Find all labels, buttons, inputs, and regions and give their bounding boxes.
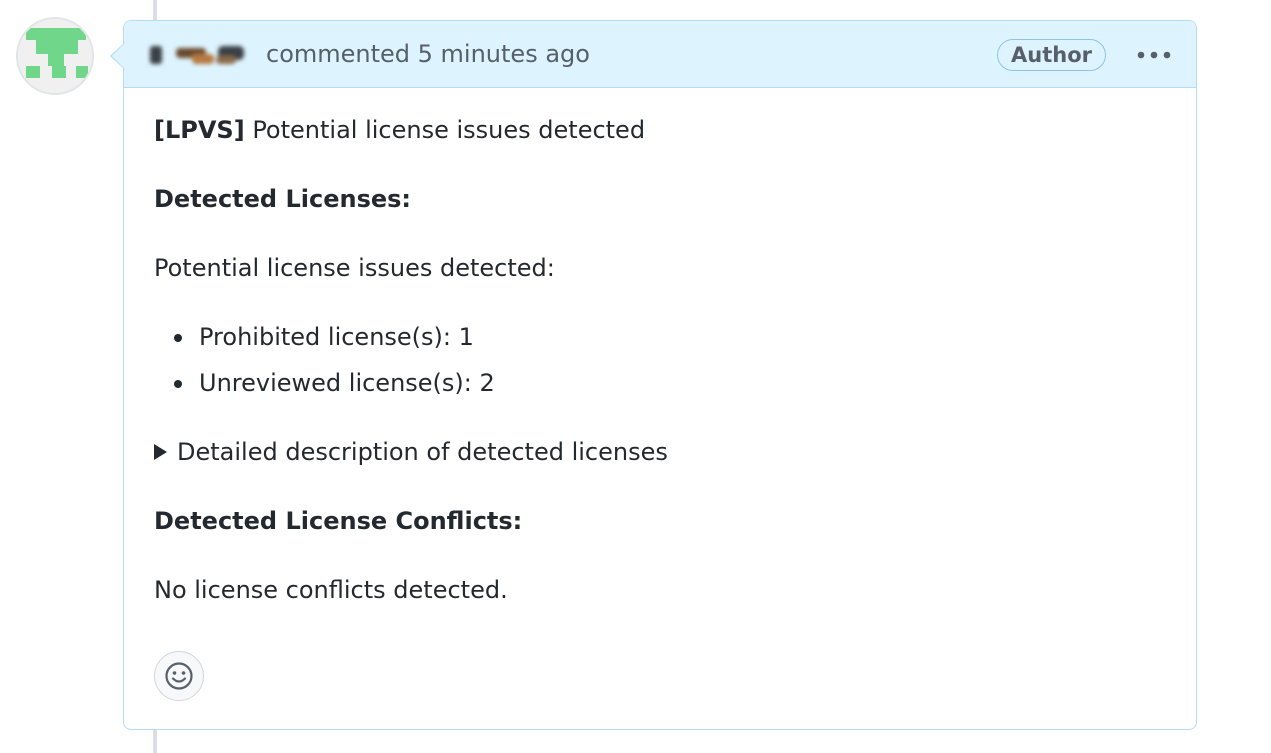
conflicts-text: No license conflicts detected. [154,576,508,604]
conflicts-heading: Detected License Conflicts: [154,503,1166,539]
list-item: Prohibited license(s): 1 [174,319,1166,355]
user-avatar[interactable] [16,17,94,95]
kebab-horizontal-icon[interactable] [1134,41,1174,69]
comment-timestamp[interactable]: commented 5 minutes ago [266,40,590,68]
issues-intro: Potential license issues detected: [154,254,555,282]
comment-title: [LPVS] Potential license issues detected [154,112,1166,148]
details-summary-label: Detailed description of detected license… [177,438,668,466]
detected-licenses-heading-text: Detected Licenses: [154,185,412,213]
identicon-avatar [18,19,92,93]
author-badge: Author [997,39,1106,71]
add-reaction-button[interactable] [154,651,204,701]
comment-body: [LPVS] Potential license issues detected… [124,88,1196,608]
author-name-obscured[interactable] [146,40,252,68]
details-toggle[interactable]: Detailed description of detected license… [154,434,1166,470]
triangle-right-icon [154,444,167,460]
list-item: Unreviewed license(s): 2 [174,365,1166,401]
conflicts-heading-text: Detected License Conflicts: [154,507,523,535]
title-text: Potential license issues detected [244,116,646,144]
detected-licenses-heading: Detected Licenses: [154,181,1166,217]
comment-caret-inner [112,44,124,68]
smiley-icon [165,662,193,690]
license-issue-list: Prohibited license(s): 1 Unreviewed lice… [154,319,1166,401]
comment-header: commented 5 minutes ago Author [124,21,1196,88]
comment-box: commented 5 minutes ago Author [LPVS] Po… [123,20,1197,730]
title-prefix: [LPVS] [154,116,245,144]
blurred-username-graphic [150,46,244,64]
